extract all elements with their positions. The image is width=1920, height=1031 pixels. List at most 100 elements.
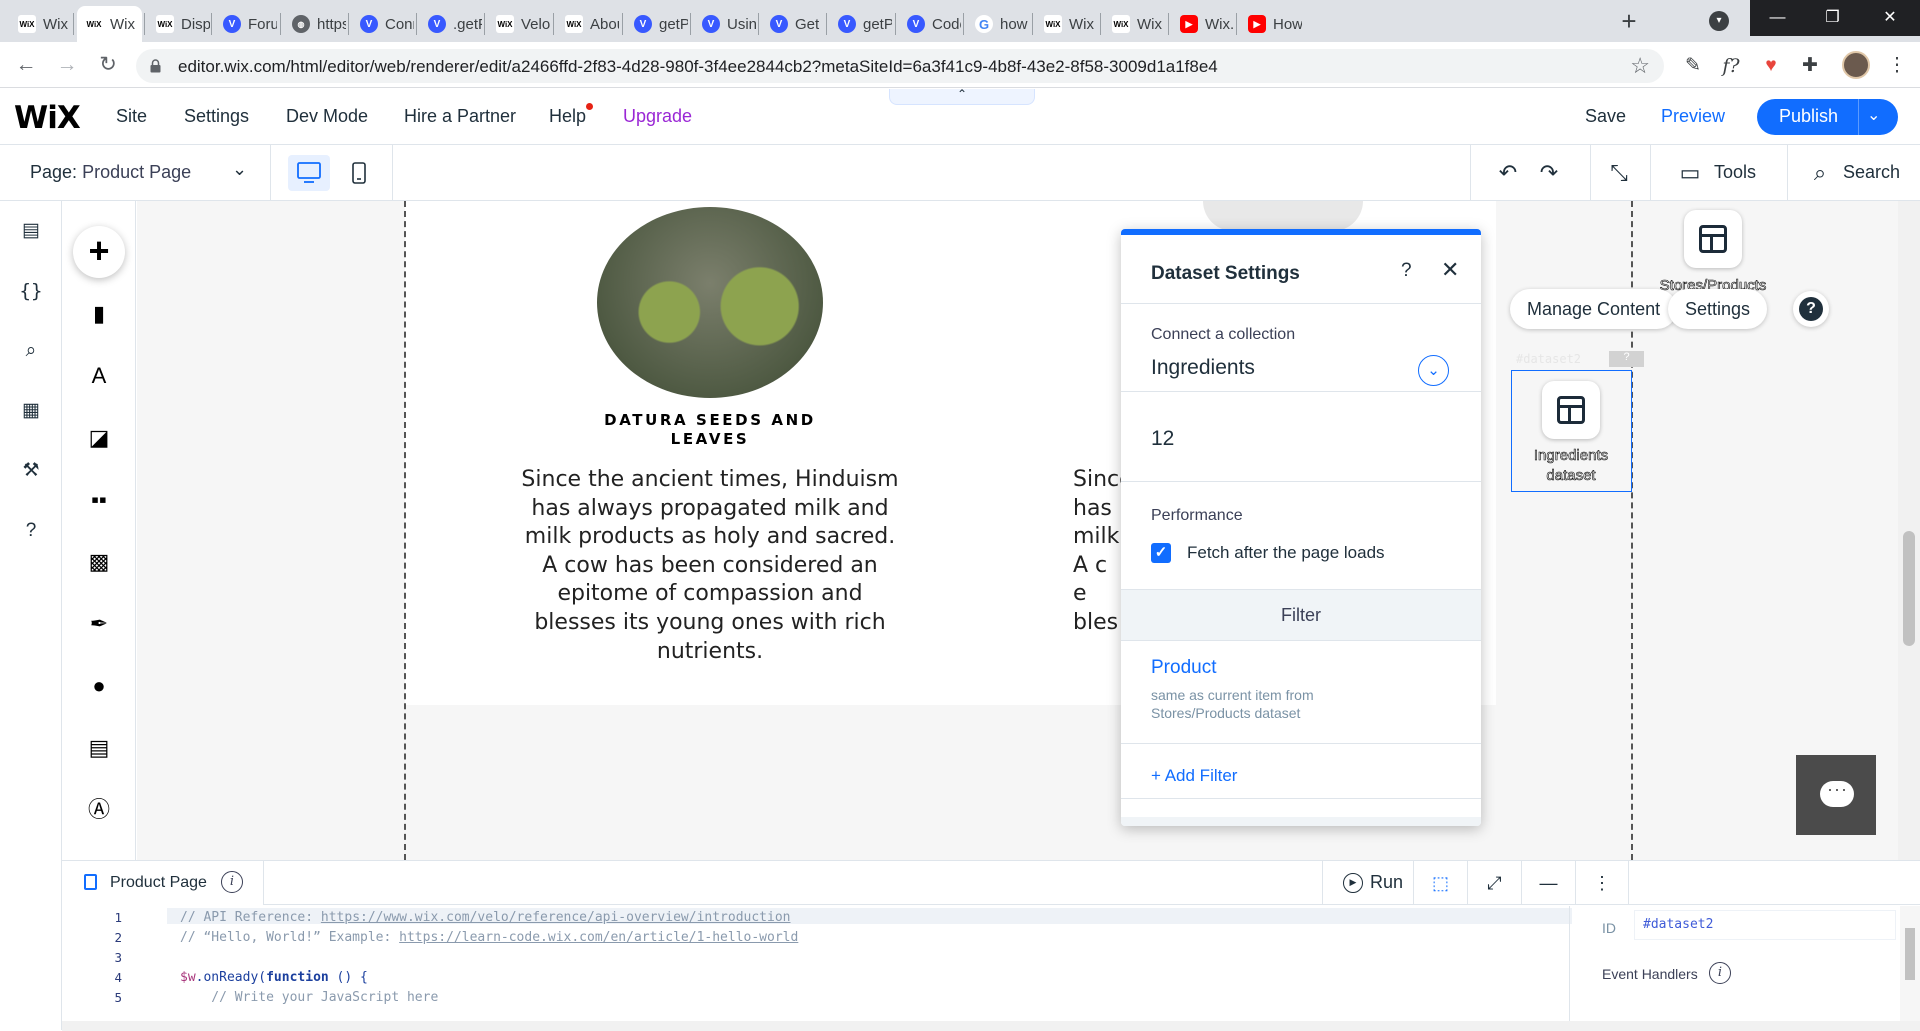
products-dataset-chip[interactable] [1684, 210, 1742, 268]
browser-tab[interactable]: VgetPr [626, 6, 688, 42]
code-editor[interactable]: 1 2 3 4 5 // API Reference: https://www.… [62, 906, 1572, 1021]
extensions-puzzle-icon[interactable]: ✚ [1797, 53, 1823, 79]
browser-menu-icon[interactable]: ⋮ [1884, 53, 1910, 79]
add-elements-button[interactable]: + [73, 226, 125, 278]
menu-site[interactable]: Site [116, 106, 147, 127]
blog-pen-icon[interactable]: ✒ [86, 611, 112, 637]
browser-tab[interactable]: V .getP [420, 6, 482, 42]
more-options-icon[interactable]: ⋮ [1575, 861, 1629, 905]
window-close-icon[interactable]: ✕ [1860, 0, 1920, 36]
product-image[interactable] [597, 207, 823, 398]
tab-search-icon[interactable]: ▾ [1709, 11, 1729, 31]
menu-settings[interactable]: Settings [184, 106, 249, 127]
panel-close-icon[interactable]: ✕ [1441, 257, 1459, 283]
fetch-after-load-checkbox[interactable]: ✓ [1151, 543, 1171, 563]
mobile-view-button[interactable] [346, 155, 372, 191]
info-icon[interactable]: i [1709, 962, 1731, 984]
dataset2-tag-help[interactable]: ? [1609, 351, 1644, 367]
media-icon[interactable]: ▩ [86, 549, 112, 575]
manage-content-button[interactable]: Manage Content [1510, 289, 1678, 329]
browser-tab-active[interactable]: WiXWix✕ [77, 6, 142, 42]
back-icon[interactable]: ← [12, 52, 40, 80]
browser-tab[interactable]: WiX Abou [557, 6, 619, 42]
search-icon[interactable]: ⌕ [1806, 159, 1834, 187]
browser-tab[interactable]: V Conn [352, 6, 414, 42]
api-reference-link[interactable]: https://www.wix.com/velo/reference/api-o… [321, 910, 791, 925]
redo-icon[interactable]: ↷ [1535, 159, 1563, 187]
dataset-settings-button[interactable]: Settings [1668, 289, 1768, 329]
items-per-load-input[interactable]: 12 [1151, 427, 1174, 451]
code-file-tab[interactable]: Product Page i [62, 861, 264, 905]
dev-tools-icon[interactable]: ⚒ [18, 458, 44, 484]
product-title[interactable]: DATURA SEEDS AND LEAVES [587, 411, 833, 449]
menu-help[interactable]: Help [549, 106, 586, 127]
info-icon[interactable]: i [221, 871, 243, 893]
browser-tab[interactable]: WiX Velo [488, 6, 550, 42]
minimize-panel-icon[interactable]: — [1521, 861, 1575, 905]
canvas-scrollbar[interactable] [1898, 201, 1920, 860]
code-scrollbar[interactable] [1900, 906, 1920, 1021]
dataset-help-button[interactable]: ? [1793, 291, 1829, 327]
eyedropper-extension-icon[interactable]: ✎ [1680, 53, 1706, 79]
collection-dropdown-value[interactable]: Ingredients [1151, 356, 1255, 380]
menu-hire-a-partner[interactable]: Hire a Partner [404, 106, 516, 127]
collapse-toolbar-button[interactable]: ⌃ [889, 88, 1035, 105]
browser-tab[interactable]: ◍ https [284, 6, 346, 42]
fetch-after-load-label[interactable]: Fetch after the page loads [1187, 543, 1385, 563]
help-icon[interactable]: ? [18, 518, 44, 544]
element-id-input[interactable]: #dataset2 [1634, 910, 1896, 940]
menu-dev-mode[interactable]: Dev Mode [286, 106, 368, 127]
scrollbar-thumb[interactable] [1903, 531, 1915, 646]
chevron-down-icon[interactable]: ⌄ [1867, 105, 1880, 125]
run-button[interactable]: ▶ Run [1322, 861, 1413, 905]
browser-tab[interactable]: V Forur [215, 6, 277, 42]
store-bag-icon[interactable]: ● [86, 673, 112, 699]
browser-tab[interactable]: ▶ Wix.c [1172, 6, 1234, 42]
zoom-out-icon[interactable]: ⤡ [1605, 159, 1633, 187]
add-filter-link[interactable]: + Add Filter [1151, 766, 1237, 786]
filter-field-name[interactable]: Product [1151, 657, 1216, 679]
publish-button[interactable]: Publish ⌄ [1757, 99, 1898, 135]
chat-widget-button[interactable] [1796, 755, 1876, 835]
cms-table-icon[interactable]: ▤ [86, 735, 112, 761]
undo-icon[interactable]: ↶ [1494, 159, 1522, 187]
element-select-icon[interactable]: ⬚ [1413, 861, 1467, 905]
bookmark-star-icon[interactable]: ☆ [1630, 53, 1650, 79]
new-tab-button[interactable]: + [1614, 8, 1644, 36]
restore-icon[interactable]: ❐ [1805, 0, 1860, 36]
tools-button[interactable]: Tools [1714, 162, 1756, 183]
expand-icon[interactable]: ⤢ [1467, 861, 1521, 905]
browser-tab[interactable]: WiX Wix [10, 6, 70, 42]
product-image-2[interactable] [1203, 201, 1363, 231]
page-code-icon[interactable]: ▤ [18, 218, 44, 244]
forward-icon[interactable]: → [53, 52, 81, 80]
browser-tab[interactable]: V Get p [762, 6, 824, 42]
ingredients-dataset-chip[interactable] [1542, 381, 1600, 439]
reload-icon[interactable]: ↻ [94, 52, 122, 80]
browser-tab[interactable]: V Code [899, 6, 961, 42]
panel-help-icon[interactable]: ? [1401, 260, 1412, 282]
pages-icon[interactable]: ▮ [86, 301, 112, 327]
chevron-down-icon[interactable]: ⌄ [232, 159, 247, 180]
tools-icon[interactable]: ▭ [1676, 159, 1704, 187]
browser-tab[interactable]: ▶ How [1240, 6, 1302, 42]
save-button[interactable]: Save [1585, 106, 1626, 127]
menu-upgrade[interactable]: Upgrade [623, 106, 692, 127]
wix-logo[interactable]: WiX [14, 100, 81, 136]
code-files-icon[interactable]: {} [18, 278, 44, 304]
browser-tab[interactable]: WiX Displ [148, 6, 210, 42]
browser-tab[interactable]: WiX Wix [1104, 6, 1166, 42]
hello-world-link[interactable]: https://learn-code.wix.com/en/article/1-… [399, 930, 798, 945]
ascend-icon[interactable]: Ⓐ [86, 797, 112, 823]
browser-tab[interactable]: V Using [694, 6, 756, 42]
profile-avatar[interactable] [1842, 51, 1870, 79]
browser-tab[interactable]: VgetPr [830, 6, 892, 42]
background-icon[interactable]: ◪ [86, 425, 112, 451]
minimize-icon[interactable]: — [1750, 0, 1805, 36]
browser-tab[interactable]: Ghow [967, 6, 1029, 42]
color-extension-icon[interactable]: ♥ [1758, 53, 1784, 79]
browser-tab[interactable]: WiX Wix [1036, 6, 1098, 42]
databases-icon[interactable]: ▦ [18, 398, 44, 424]
omnibox[interactable]: editor.wix.com/html/editor/web/renderer/… [136, 49, 1664, 83]
apps-icon[interactable]: ▪▪ [86, 487, 112, 513]
